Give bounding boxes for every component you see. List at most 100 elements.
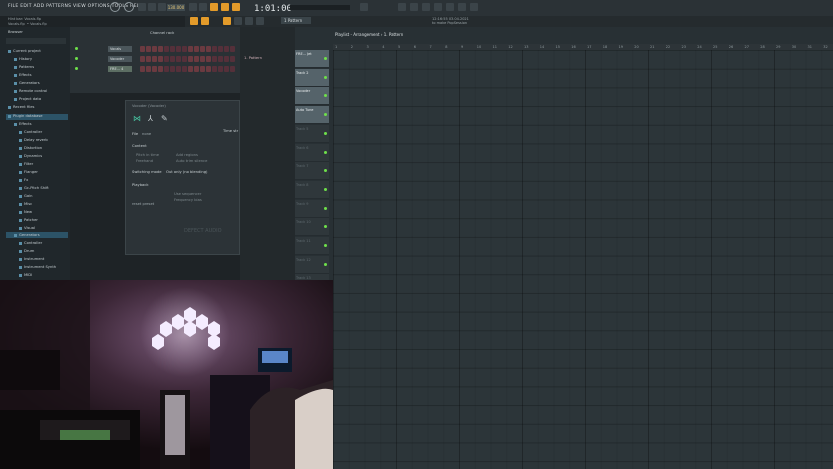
step-pad[interactable]	[158, 46, 163, 52]
tool-slip-icon[interactable]	[245, 17, 253, 25]
playback-option[interactable]: Use sequencer	[174, 192, 201, 196]
step-pad[interactable]	[200, 66, 205, 72]
waveform-icon[interactable]: ⋈	[133, 115, 142, 123]
track-mute-led[interactable]	[324, 150, 327, 154]
step-pad[interactable]	[176, 46, 181, 52]
playback-option[interactable]: Frequency bias	[174, 198, 202, 202]
playlist-icon[interactable]	[398, 3, 406, 11]
pattern-selector[interactable]: 1 Pattern	[281, 17, 311, 24]
step-pad[interactable]	[194, 66, 199, 72]
browser-item[interactable]: Controller	[19, 241, 42, 245]
mixer-icon[interactable]	[434, 3, 442, 11]
browser-item[interactable]: Plugin database	[8, 114, 43, 118]
loop-record-icon[interactable]	[221, 3, 229, 11]
browser-item[interactable]: Gain	[19, 194, 32, 198]
channel-led[interactable]	[75, 57, 78, 60]
step-pad[interactable]	[170, 56, 175, 62]
browser-item[interactable]: Controller	[19, 130, 42, 134]
master-pitch-knob[interactable]	[124, 2, 134, 12]
step-pad[interactable]	[188, 56, 193, 62]
arrangement-grid[interactable]	[333, 50, 833, 469]
browser-item[interactable]: Remote control	[14, 89, 47, 93]
step-pad[interactable]	[152, 46, 157, 52]
browser-item[interactable]: Distortion	[19, 146, 42, 150]
step-pad[interactable]	[218, 56, 223, 62]
menu-bar[interactable]: FILE EDIT ADD PATTERNS VIEW OPTIONS TOOL…	[8, 4, 143, 9]
step-pad[interactable]	[206, 66, 211, 72]
browser-item[interactable]: Project data	[14, 97, 41, 101]
track-mute-led[interactable]	[324, 75, 327, 79]
master-volume-knob[interactable]	[110, 2, 120, 12]
wait-icon[interactable]	[199, 3, 207, 11]
track-mute-led[interactable]	[324, 262, 327, 266]
step-pad[interactable]	[212, 66, 217, 72]
step-pad[interactable]	[152, 56, 157, 62]
browser-icon[interactable]	[446, 3, 454, 11]
switching-value[interactable]: Out only (no blending)	[166, 170, 208, 174]
pattern-item[interactable]: 1. Pattern	[244, 56, 262, 60]
channel-led[interactable]	[75, 47, 78, 50]
step-pad[interactable]	[158, 56, 163, 62]
step-pad[interactable]	[146, 66, 151, 72]
step-pad[interactable]	[218, 66, 223, 72]
browser-item[interactable]: Dynamics	[19, 154, 42, 158]
browser-item[interactable]: Effects	[14, 73, 32, 77]
browser-item[interactable]: Drum	[19, 249, 34, 253]
browser-item[interactable]: Patcher	[19, 218, 38, 222]
tool-paint-icon[interactable]	[201, 17, 209, 25]
browser-item[interactable]: Gc-Pitch Shift	[19, 186, 49, 190]
tool-zoom-icon[interactable]	[256, 17, 264, 25]
track-mute-led[interactable]	[324, 57, 327, 60]
step-pad[interactable]	[224, 66, 229, 72]
wrench-icon[interactable]: ✎	[161, 115, 170, 123]
step-pad[interactable]	[182, 66, 187, 72]
step-pad[interactable]	[158, 66, 163, 72]
browser-item[interactable]: Recent files	[8, 105, 34, 109]
tool-mute-icon[interactable]	[234, 17, 242, 25]
browser-item[interactable]: Flanger	[19, 170, 38, 174]
step-pad[interactable]	[224, 46, 229, 52]
option-item[interactable]: Pitch in time	[136, 153, 159, 157]
step-pad[interactable]	[164, 46, 169, 52]
step-pad[interactable]	[194, 46, 199, 52]
track-mute-led[interactable]	[324, 206, 327, 210]
browser-item[interactable]: Generators	[14, 81, 40, 85]
track-mute-led[interactable]	[324, 131, 327, 135]
step-pad[interactable]	[230, 56, 235, 62]
browser-item[interactable]: Effects	[14, 122, 32, 126]
step-pad[interactable]	[218, 46, 223, 52]
step-pad[interactable]	[146, 56, 151, 62]
option-item[interactable]: Add regions	[176, 153, 198, 157]
step-pad[interactable]	[170, 46, 175, 52]
step-pad[interactable]	[140, 56, 145, 62]
browser-item[interactable]: Misc	[19, 202, 32, 206]
track-mute-led[interactable]	[324, 187, 327, 191]
browser-item[interactable]: New	[19, 210, 32, 214]
channel-led[interactable]	[75, 67, 78, 70]
record-button[interactable]	[158, 3, 166, 11]
play-button[interactable]	[148, 3, 156, 11]
browser-item[interactable]: Visual	[19, 226, 35, 230]
step-pad[interactable]	[212, 46, 217, 52]
browser-item[interactable]: MIDI	[19, 273, 32, 277]
tempo-display[interactable]: 130.000	[167, 4, 185, 11]
step-pad[interactable]	[164, 56, 169, 62]
channel-button[interactable]: FRE... 4	[108, 66, 132, 72]
step-pad[interactable]	[200, 56, 205, 62]
tool-delete-icon[interactable]	[223, 17, 231, 25]
browser-item[interactable]: History	[14, 57, 32, 61]
step-pad[interactable]	[188, 46, 193, 52]
step-pad[interactable]	[206, 46, 211, 52]
step-pad[interactable]	[182, 46, 187, 52]
option-item[interactable]: Freehand	[136, 159, 153, 163]
pattern-mode-button[interactable]	[138, 3, 146, 11]
step-edit-icon[interactable]	[232, 3, 240, 11]
tool-draw-icon[interactable]	[190, 17, 198, 25]
step-pad[interactable]	[230, 66, 235, 72]
step-pad[interactable]	[140, 46, 145, 52]
step-pad[interactable]	[200, 46, 205, 52]
piano-roll-icon[interactable]	[410, 3, 418, 11]
browser-item[interactable]: Generators	[14, 233, 40, 237]
file-value[interactable]: none	[142, 132, 151, 136]
browser-item[interactable]: Delay reverb	[19, 138, 48, 142]
